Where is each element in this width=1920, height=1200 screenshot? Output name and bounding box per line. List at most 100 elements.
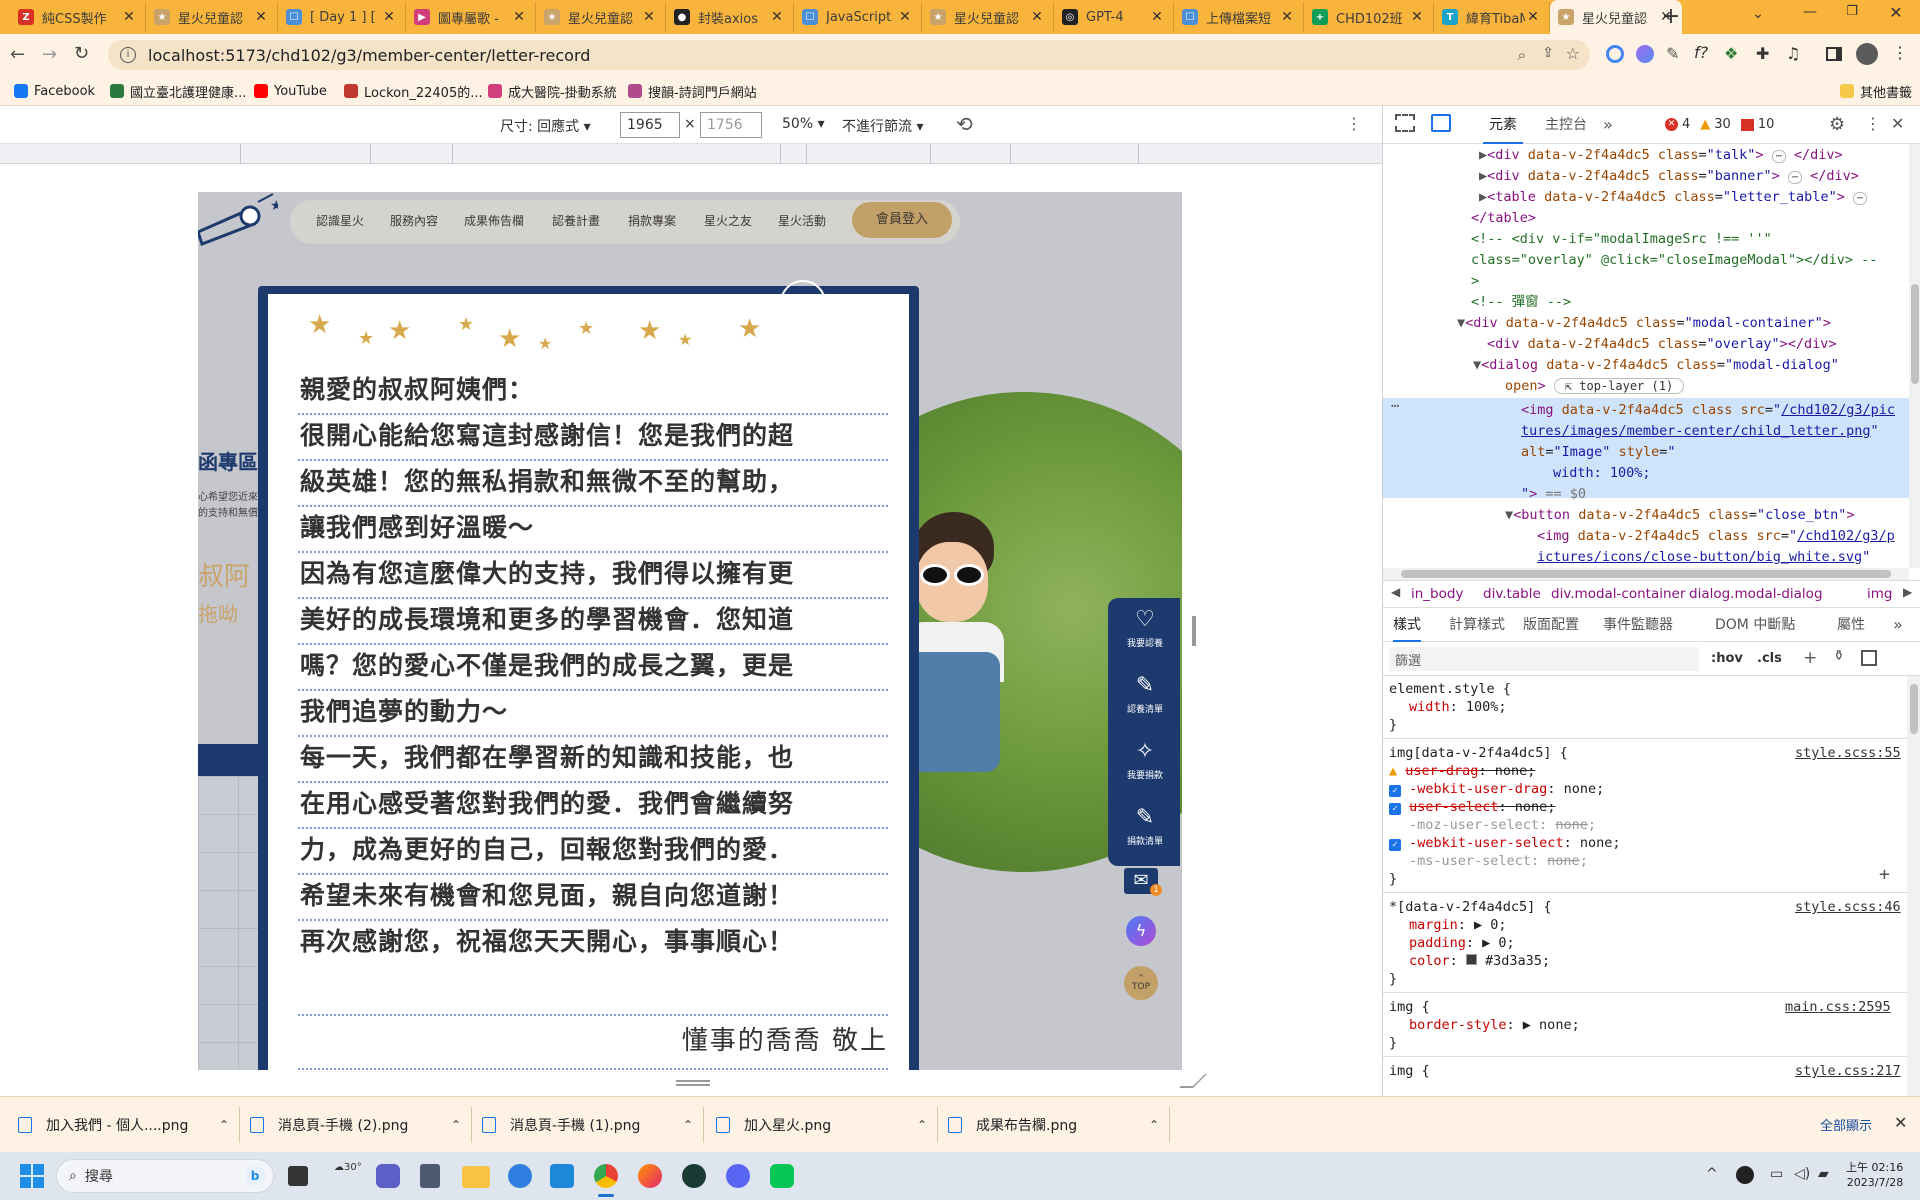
back-arrow-icon[interactable]: ← <box>10 44 25 65</box>
rule-selector[interactable]: img[data-v-2f4a4dc5] { <box>1389 744 1568 763</box>
calculator-icon[interactable] <box>420 1164 440 1188</box>
vscode-icon[interactable] <box>550 1164 574 1188</box>
rule-declaration[interactable]: ✓ user-select: none; <box>1389 798 1555 817</box>
device-menu-kebab-icon[interactable]: ⋮ <box>1346 114 1362 133</box>
dom-line[interactable]: width: 100%; <box>1553 463 1651 484</box>
bookmark-item[interactable]: 搜韻-詩詞門戶網站 <box>628 76 757 106</box>
tab[interactable]: T 緯育TibaM ✕ <box>1434 2 1550 32</box>
rule-source-link[interactable]: style.scss:46 <box>1795 898 1901 917</box>
tab-close-icon[interactable]: ✕ <box>511 9 527 25</box>
tab-elements[interactable]: 元素 <box>1483 106 1523 144</box>
tab[interactable]: ★ 星火兒童認 ✕ <box>146 2 278 32</box>
chevron-up-icon[interactable]: ⌃ <box>917 1118 927 1132</box>
download-item[interactable]: 消息頁-手機 (2).png ⌃ <box>250 1097 472 1153</box>
rule-source-link[interactable]: main.css:2595 <box>1785 998 1891 1017</box>
dom-comment[interactable]: <!-- 彈窗 --> <box>1471 292 1571 313</box>
avatar[interactable] <box>1856 43 1878 65</box>
side-panel-icon[interactable] <box>1826 47 1842 61</box>
scrollbar-thumb[interactable] <box>1910 684 1918 734</box>
width-input[interactable]: 1965 <box>620 112 680 138</box>
devtools-menu-icon[interactable]: ⋮ <box>1865 114 1881 133</box>
dom-comment[interactable]: > <box>1471 271 1479 292</box>
rule-element-style[interactable]: element.style { <box>1389 680 1511 699</box>
tab-console[interactable]: 主控台 <box>1539 106 1593 144</box>
tab-close-icon[interactable]: ✕ <box>1525 9 1541 25</box>
more-style-tabs-icon[interactable]: » <box>1893 615 1903 634</box>
tab[interactable]: ★ 星火兒童認 ✕ <box>536 2 666 32</box>
tray-icon[interactable] <box>1736 1166 1754 1184</box>
show-all-downloads-button[interactable]: 全部顯示 <box>1820 1115 1872 1134</box>
forward-arrow-icon[interactable]: → <box>42 44 57 65</box>
img-src-link[interactable]: tures/images/member-center/child_letter.… <box>1521 423 1871 439</box>
styles-tab[interactable]: 屬性 <box>1837 608 1865 642</box>
chrome-icon[interactable] <box>594 1164 618 1188</box>
mail-button[interactable]: ✉ 1 <box>1124 868 1162 896</box>
new-rule-icon[interactable]: + <box>1803 648 1817 668</box>
paint-icon[interactable]: ⚱ <box>1833 648 1845 664</box>
minimize-button[interactable]: — <box>1800 4 1820 24</box>
extension-icon[interactable]: ❖ <box>1724 44 1738 63</box>
dom-comment[interactable]: <!-- <div v-if="modalImageSrc !== ''" <box>1471 229 1772 250</box>
dom-line[interactable]: alt="Image" style=" <box>1521 442 1676 463</box>
rule-declaration[interactable]: -ms-user-select: none; <box>1409 852 1588 871</box>
close-button[interactable] <box>780 280 826 326</box>
styles-tab[interactable]: 版面配置 <box>1523 608 1579 642</box>
download-item[interactable]: 消息頁-手機 (1).png ⌃ <box>482 1097 704 1153</box>
tab-close-icon[interactable]: ✕ <box>1279 9 1295 25</box>
tab-close-icon[interactable]: ✕ <box>1149 9 1165 25</box>
dom-line[interactable]: ictures/icons/close-button/big_white.svg… <box>1537 547 1870 568</box>
rule-source-link[interactable]: style.css:217 <box>1795 1062 1901 1081</box>
hov-toggle[interactable]: :hov <box>1711 651 1743 666</box>
tray-chevron-icon[interactable]: ^ <box>1706 1166 1718 1182</box>
dom-line[interactable]: ▶<table data-v-2f4a4dc5 class="letter_ta… <box>1479 187 1868 209</box>
breadcrumb-left-arrow[interactable]: ◀ <box>1391 585 1400 599</box>
throttle-dropdown[interactable]: 不進行節流 ▾ <box>842 116 923 136</box>
firefox-icon[interactable] <box>638 1164 662 1188</box>
side-action-button[interactable]: ✎ 捐款清單 <box>1110 802 1180 864</box>
bookmark-item[interactable]: Facebook <box>14 76 95 106</box>
share-icon[interactable]: ⇪ <box>1542 45 1554 61</box>
extension-icon[interactable] <box>1636 45 1654 63</box>
tray-network-icon[interactable]: ▭ <box>1770 1166 1783 1182</box>
chatgpt-icon[interactable] <box>682 1164 706 1188</box>
chevron-up-icon[interactable]: ⌃ <box>451 1118 461 1132</box>
breadcrumb-item[interactable]: in_body <box>1411 586 1463 602</box>
site-info-icon[interactable]: i <box>120 47 136 63</box>
restore-button[interactable]: ❐ <box>1842 4 1862 24</box>
tab[interactable]: ▶ 圖專屬歌 - ✕ <box>406 2 536 32</box>
breadcrumb-item[interactable]: dialog.modal-dialog <box>1689 586 1823 602</box>
tab-close-icon[interactable]: ✕ <box>121 9 137 25</box>
dom-line[interactable]: <div data-v-2f4a4dc5 class="overlay"></d… <box>1487 334 1837 355</box>
checkbox[interactable]: ✓ <box>1389 785 1401 797</box>
styles-filter-input[interactable]: 篩選 <box>1389 647 1699 671</box>
extensions-puzzle-icon[interactable]: ✚ <box>1756 44 1769 63</box>
top-layer-badge[interactable]: ⇱ top-layer (1) <box>1553 378 1685 394</box>
color-swatch[interactable] <box>1465 954 1477 965</box>
bookmark-item[interactable]: 國立臺北護理健康... <box>110 76 246 106</box>
side-action-button[interactable]: ✧ 我要捐款 <box>1110 736 1180 798</box>
member-login-button[interactable]: 會員登入 <box>852 202 952 238</box>
zoom-dropdown[interactable]: 50% ▾ <box>782 116 825 132</box>
rule-source-link[interactable]: style.scss:55 <box>1795 744 1901 763</box>
styles-scrollbar[interactable] <box>1907 676 1920 1096</box>
chevron-up-icon[interactable]: ⌃ <box>219 1118 229 1132</box>
dom-line[interactable]: ▼<div data-v-2f4a4dc5 class="modal-conta… <box>1457 313 1831 334</box>
dimensions-dropdown[interactable]: 尺寸: 回應式 ▾ <box>500 116 591 136</box>
checkbox[interactable]: ✓ <box>1389 839 1401 851</box>
device-toggle-icon[interactable] <box>1431 114 1451 132</box>
breadcrumb-item[interactable]: img <box>1867 586 1892 602</box>
download-item[interactable]: 加入我們 - 個人....png ⌃ <box>18 1097 240 1153</box>
bookmark-item[interactable]: 成大醫院-掛動系統 <box>488 76 617 106</box>
download-item[interactable]: 加入星火.png ⌃ <box>716 1097 938 1153</box>
error-counter[interactable]: ✕ 4 ▲ 30 10 <box>1665 117 1774 132</box>
nav-item[interactable]: 捐款專案 <box>628 212 676 229</box>
breadcrumb-right-arrow[interactable]: ▶ <box>1903 585 1912 599</box>
btn-src-link[interactable]: /chd102/g3/p <box>1797 528 1895 544</box>
zoom-icon[interactable]: ⌕ <box>1518 46 1526 64</box>
rule-declaration[interactable]: ▲ user-drag: none; <box>1389 762 1535 781</box>
tab[interactable]: ☐ [ Day 1 ] [✕ <box>278 2 406 32</box>
tab-close-icon[interactable]: ✕ <box>641 9 657 25</box>
dom-line[interactable]: <img data-v-2f4a4dc5 class src="/chd102/… <box>1537 526 1895 547</box>
dom-line[interactable]: open> ⇱ top-layer (1) <box>1505 376 1685 397</box>
dom-line[interactable]: </table> <box>1471 208 1536 229</box>
